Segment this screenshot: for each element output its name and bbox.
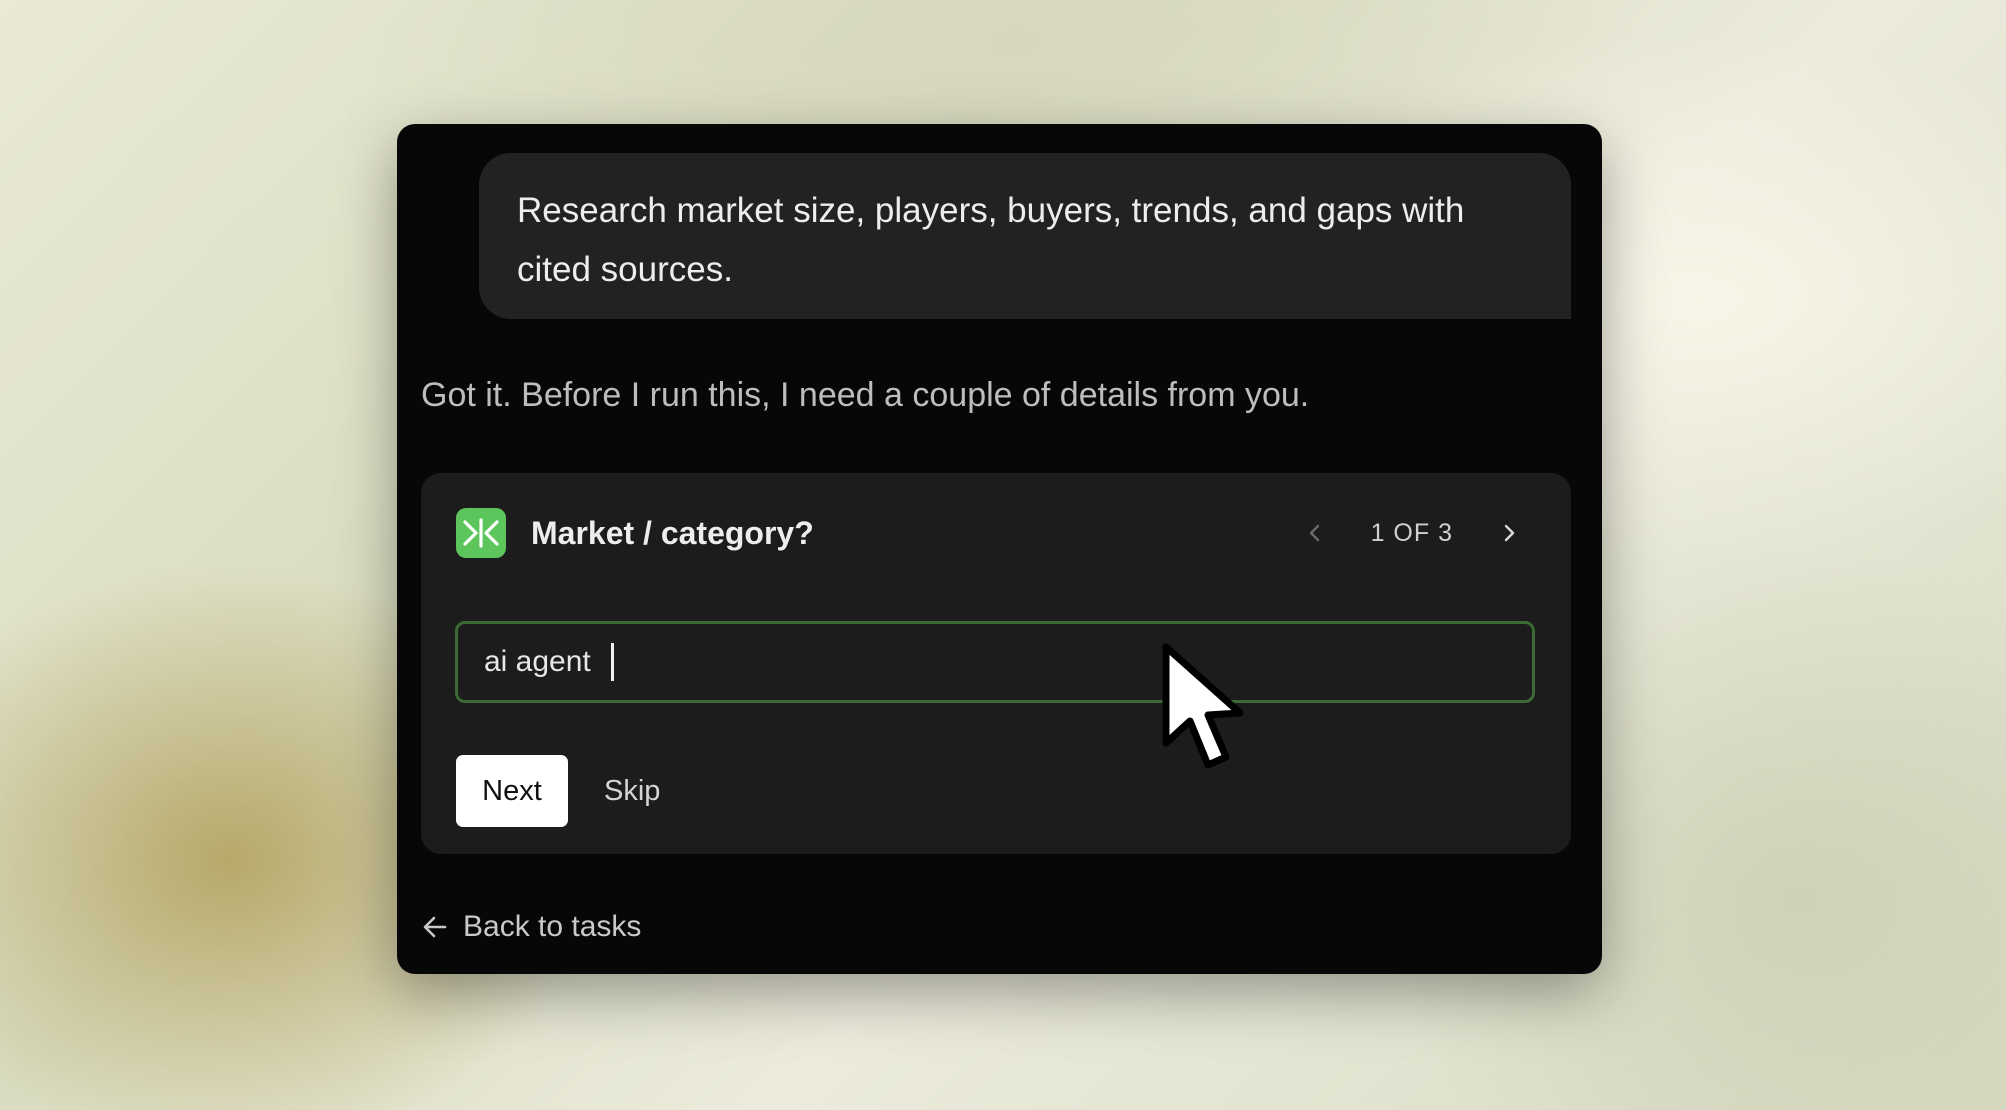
chat-panel: Research market size, players, buyers, t…: [397, 124, 1602, 974]
user-message-bubble: Research market size, players, buyers, t…: [479, 153, 1571, 319]
user-message-text: Research market size, players, buyers, t…: [517, 191, 1465, 289]
question-pager: 1 OF 3: [1295, 513, 1529, 553]
question-title: Market / category?: [531, 515, 814, 551]
chevron-right-icon[interactable]: [1489, 513, 1529, 553]
pager-count: 1 OF 3: [1370, 518, 1453, 547]
next-button[interactable]: Next: [456, 755, 568, 827]
answer-input[interactable]: [455, 621, 1535, 703]
arrow-left-icon: [421, 913, 449, 941]
assistant-message: Got it. Before I run this, I need a coup…: [421, 376, 1310, 414]
question-card: Market / category? 1 OF 3 Next Skip: [421, 473, 1571, 854]
back-to-tasks-label: Back to tasks: [463, 910, 642, 943]
mouse-pointer-icon: [1160, 643, 1250, 783]
skip-button[interactable]: Skip: [586, 755, 678, 827]
app-logo-icon: [456, 508, 506, 558]
back-to-tasks-link[interactable]: Back to tasks: [421, 902, 641, 952]
chevron-left-icon[interactable]: [1295, 513, 1335, 553]
text-caret: [611, 643, 614, 681]
